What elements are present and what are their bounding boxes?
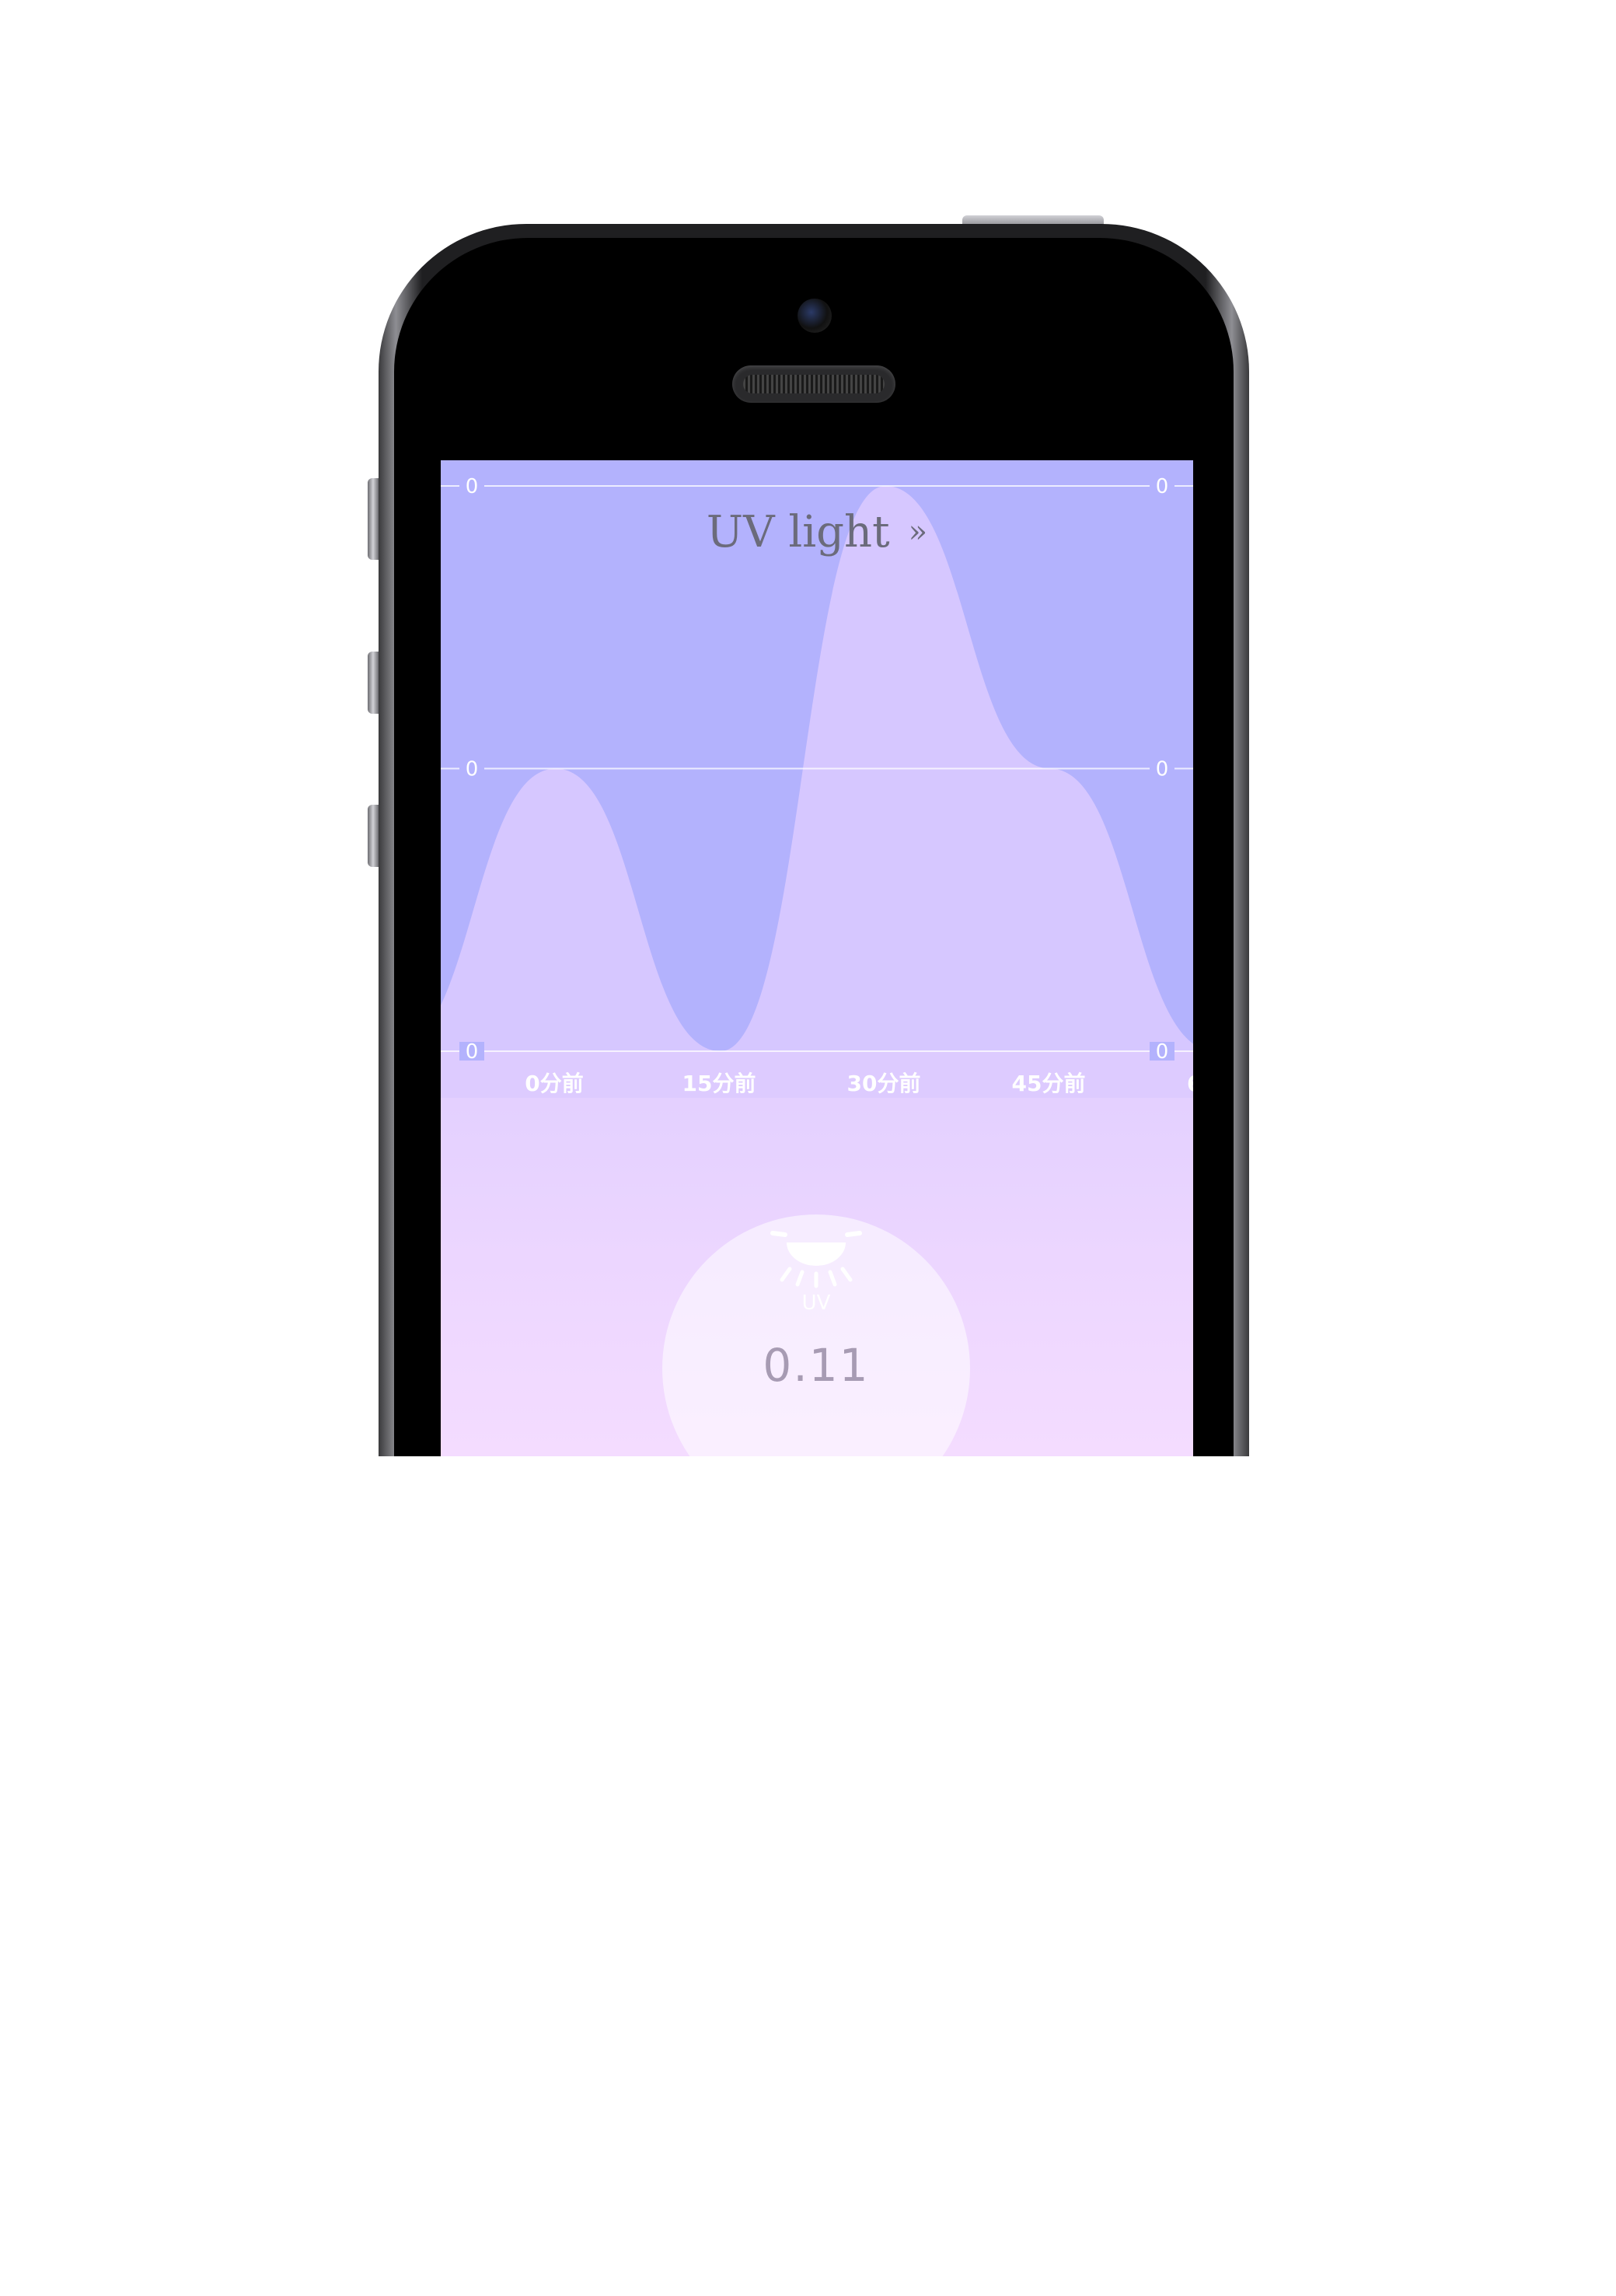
uv-sun-icon: UV <box>770 1231 862 1314</box>
x-tick-label: 0分前 <box>525 1071 583 1096</box>
volume-down-button[interactable] <box>368 805 379 867</box>
y-tick-label-right: 0 <box>1156 1040 1169 1064</box>
y-tick-label-left: 0 <box>466 475 479 498</box>
x-tick-label: 45分前 <box>1012 1071 1086 1096</box>
mute-switch[interactable] <box>368 478 379 560</box>
x-tick-label: 15分前 <box>682 1071 756 1096</box>
app-screen: 0 0 0 0 0 0 0分前 15分前 30分前 45分前 6 UV light » UV 0.11 <box>441 460 1193 1456</box>
uv-reading-circle[interactable]: UV 0.11 <box>662 1214 970 1456</box>
uv-value: 0.11 <box>763 1339 870 1392</box>
y-tick-label-right: 0 <box>1156 758 1169 781</box>
page-title: UV light <box>706 507 890 557</box>
earpiece-speaker <box>732 365 895 403</box>
front-camera <box>798 299 832 333</box>
y-tick-label-left: 0 <box>466 758 479 781</box>
volume-up-button[interactable] <box>368 652 379 714</box>
y-tick-label-left: 0 <box>466 1040 479 1064</box>
y-tick-label-right: 0 <box>1156 475 1169 498</box>
chevron-right-icon: » <box>908 514 928 550</box>
uv-icon-label: UV <box>802 1291 831 1314</box>
x-tick-label: 6 <box>1187 1071 1193 1096</box>
x-tick-label: 30分前 <box>847 1071 921 1096</box>
title-link[interactable]: UV light » <box>441 507 1193 557</box>
